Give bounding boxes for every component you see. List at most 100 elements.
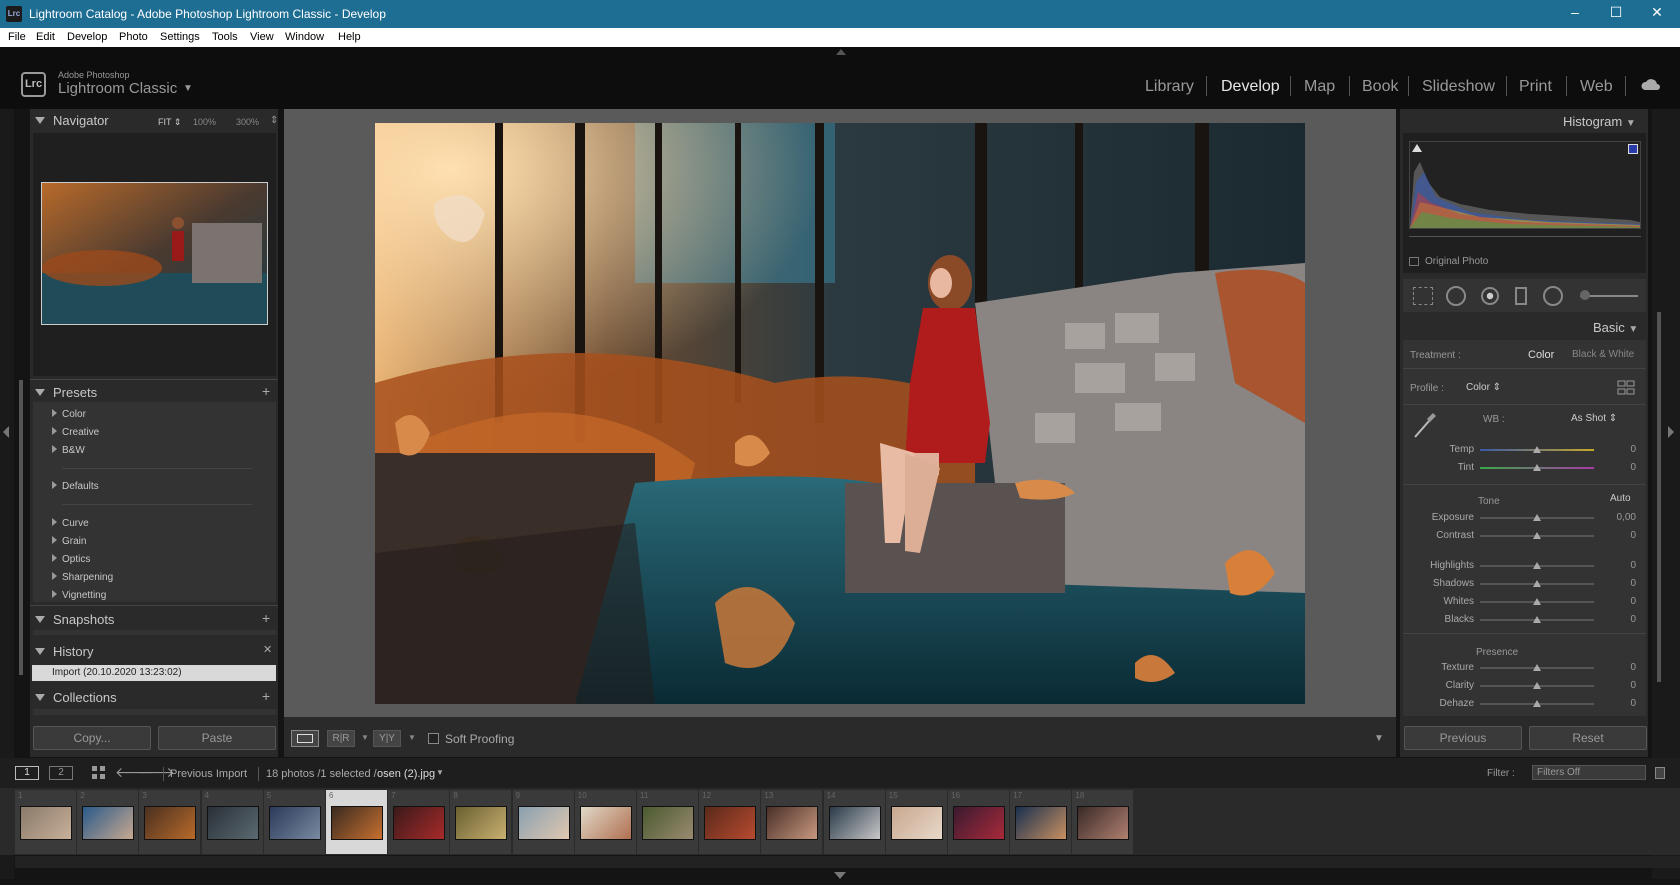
filmstrip-thumbnail[interactable]: 10 [574, 790, 637, 854]
collapse-bottom-icon[interactable] [834, 872, 846, 879]
slider-knob[interactable] [1533, 562, 1541, 569]
add-collection-icon[interactable]: + [262, 688, 270, 704]
chevron-down-icon[interactable]: ▼ [436, 768, 444, 777]
chevron-down-icon[interactable]: ▼ [408, 733, 416, 742]
slider-value[interactable]: 0 [1608, 530, 1636, 541]
wb-eyedropper-icon[interactable] [1413, 411, 1437, 439]
filmstrip-thumbnail[interactable]: 12 [699, 790, 762, 854]
soft-proofing-checkbox[interactable] [428, 733, 439, 744]
toolbar-menu-icon[interactable]: ▼ [1374, 733, 1384, 744]
snapshots-header[interactable]: Snapshots [35, 612, 114, 627]
collapse-top-icon[interactable] [836, 49, 846, 55]
filmstrip-thumbnail[interactable]: 14 [823, 790, 886, 854]
red-eye-icon[interactable] [1481, 287, 1499, 305]
preset-group[interactable]: Color [52, 409, 86, 420]
zoom-stepper-icon[interactable]: ⇕ [270, 115, 278, 126]
menu-edit[interactable]: Edit [36, 31, 55, 43]
preset-group[interactable]: Creative [52, 427, 99, 438]
profile-select[interactable]: Color ⇕ [1466, 382, 1501, 393]
filmstrip-thumbnail[interactable]: 18 [1072, 790, 1135, 854]
slider-value[interactable]: 0 [1608, 560, 1636, 571]
slider-value[interactable]: 0 [1608, 614, 1636, 625]
filmstrip-thumbnail[interactable]: 1 [15, 790, 77, 854]
preset-group[interactable]: Sharpening [52, 572, 113, 583]
menu-settings[interactable]: Settings [160, 31, 200, 43]
filmstrip-thumbnail[interactable]: 4 [201, 790, 264, 854]
filmstrip-thumbnail[interactable]: 2 [77, 790, 140, 854]
zoom-100[interactable]: 100% [193, 117, 216, 127]
clear-history-icon[interactable]: ✕ [263, 643, 272, 656]
slider-knob[interactable] [1533, 616, 1541, 623]
left-panel-scrollbar[interactable] [19, 380, 23, 675]
add-snapshot-icon[interactable]: + [262, 610, 270, 626]
crop-icon[interactable] [1413, 287, 1433, 305]
preset-group[interactable]: Vignetting [52, 590, 106, 601]
forward-arrow-icon[interactable]: 🡒 [137, 764, 175, 781]
slider-value[interactable]: 0 [1608, 444, 1636, 455]
filter-lock-icon[interactable] [1655, 767, 1665, 779]
slider-knob[interactable] [1533, 514, 1541, 521]
slider-knob[interactable] [1533, 446, 1541, 453]
module-book[interactable]: Book [1362, 78, 1398, 96]
treatment-color[interactable]: Color [1528, 349, 1554, 361]
slider-knob[interactable] [1533, 682, 1541, 689]
module-develop[interactable]: Develop [1221, 78, 1280, 96]
cloud-sync-icon[interactable] [1640, 76, 1662, 97]
basic-header[interactable]: Basic ▼ [1593, 320, 1638, 335]
filmstrip-thumbnail[interactable]: 16 [948, 790, 1010, 854]
preset-group[interactable]: B&W [52, 445, 85, 456]
filmstrip-source[interactable]: Previous Import [170, 768, 247, 780]
close-button[interactable]: ✕ [1637, 4, 1677, 21]
filter-select[interactable]: Filters Off [1532, 765, 1646, 780]
treatment-bw[interactable]: Black & White [1572, 349, 1634, 360]
slider-knob[interactable] [1533, 598, 1541, 605]
module-print[interactable]: Print [1519, 78, 1552, 96]
collections-header[interactable]: Collections [35, 690, 117, 705]
filmstrip-thumbnail[interactable]: 8 [450, 790, 513, 854]
navigator-header[interactable]: Navigator [35, 113, 109, 128]
wb-select[interactable]: As Shot ⇕ [1571, 413, 1617, 424]
preset-group[interactable]: Optics [52, 554, 90, 565]
loupe-view-button[interactable] [291, 730, 319, 747]
preset-group[interactable]: Defaults [52, 481, 99, 492]
slider-knob[interactable] [1533, 532, 1541, 539]
slider-value[interactable]: 0,00 [1608, 512, 1636, 523]
main-photo[interactable] [375, 123, 1305, 704]
menu-photo[interactable]: Photo [119, 31, 148, 43]
histogram-graph[interactable] [1409, 141, 1641, 229]
module-slideshow[interactable]: Slideshow [1422, 78, 1495, 96]
grid-view-icon[interactable] [92, 766, 106, 780]
original-photo-checkbox[interactable] [1409, 257, 1419, 266]
add-preset-icon[interactable]: + [262, 383, 270, 399]
zoom-fit[interactable]: FIT ⇕ [158, 117, 181, 128]
maximize-button[interactable]: ☐ [1596, 4, 1636, 21]
menu-help[interactable]: Help [338, 31, 361, 43]
menu-view[interactable]: View [250, 31, 274, 43]
screen-1-button[interactable]: 1 [15, 766, 39, 780]
preset-group[interactable]: Curve [52, 518, 89, 529]
reset-button[interactable]: Reset [1529, 726, 1647, 750]
slider-value[interactable]: 0 [1608, 596, 1636, 607]
slider-knob[interactable] [1533, 664, 1541, 671]
slider-knob[interactable] [1533, 700, 1541, 707]
slider-value[interactable]: 0 [1608, 578, 1636, 589]
copy-button[interactable]: Copy... [33, 726, 151, 750]
slider-value[interactable]: 0 [1608, 662, 1636, 673]
filmstrip-thumbnail[interactable]: 11 [637, 790, 699, 854]
previous-button[interactable]: Previous [1404, 726, 1522, 750]
history-item[interactable]: Import (20.10.2020 13:23:02) [32, 665, 276, 681]
preset-group[interactable]: Grain [52, 536, 86, 547]
before-after-lr-button[interactable]: R|R [327, 730, 355, 747]
right-panel-scrollbar[interactable] [1657, 312, 1661, 682]
menu-tools[interactable]: Tools [212, 31, 238, 43]
slider-value[interactable]: 0 [1608, 680, 1636, 691]
module-web[interactable]: Web [1580, 78, 1613, 96]
slider-value[interactable]: 0 [1608, 698, 1636, 709]
paste-button[interactable]: Paste [158, 726, 276, 750]
slider-value[interactable]: 0 [1608, 462, 1636, 473]
minimize-button[interactable]: – [1555, 4, 1595, 20]
histogram-header[interactable]: Histogram ▼ [1563, 114, 1636, 129]
filmstrip-thumbnail[interactable]: 6 [326, 790, 388, 854]
filmstrip-thumbnail[interactable]: 5 [263, 790, 326, 854]
highlight-clipping-icon[interactable] [1628, 144, 1638, 154]
